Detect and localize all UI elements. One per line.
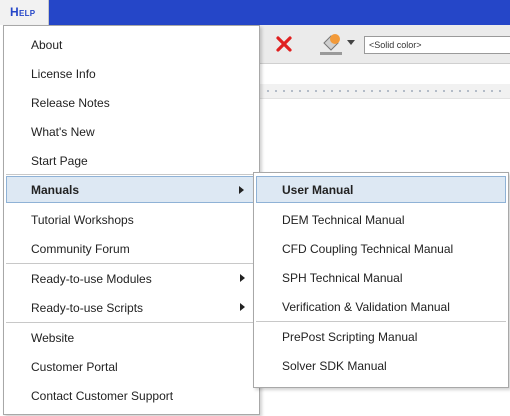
menu-item-tutorial-workshops[interactable]: Tutorial Workshops	[6, 206, 257, 233]
submenu-item-label: Verification & Validation Manual	[282, 300, 450, 314]
menu-item-label: Release Notes	[31, 96, 110, 110]
menu-item-label: Website	[31, 331, 75, 345]
toolbar-grip	[258, 84, 510, 99]
menu-item-label: Manuals	[31, 183, 80, 197]
menu-item-ready-to-use-modules[interactable]: Ready-to-use Modules	[6, 265, 257, 292]
menu-item-start-page[interactable]: Start Page	[6, 147, 257, 174]
menu-item-whats-new[interactable]: What's New	[6, 118, 257, 145]
submenu-item-dem-technical-manual[interactable]: DEM Technical Manual	[256, 206, 506, 233]
menu-item-label: License Info	[31, 67, 96, 81]
grip-dots	[264, 90, 504, 92]
submenu-item-label: SPH Technical Manual	[282, 271, 403, 285]
menu-item-label: Customer Portal	[31, 360, 118, 374]
fill-color-field[interactable]: <Solid color>	[364, 36, 510, 54]
menu-item-label: Community Forum	[31, 242, 130, 256]
menu-divider	[6, 263, 257, 264]
menu-item-label: About	[31, 38, 63, 52]
chevron-right-icon	[240, 274, 245, 282]
menu-item-manuals[interactable]: Manuals	[6, 176, 257, 203]
menu-item-release-notes[interactable]: Release Notes	[6, 89, 257, 116]
menu-item-contact-customer-support[interactable]: Contact Customer Support	[6, 382, 257, 409]
delete-icon[interactable]	[274, 34, 294, 54]
menu-help-label: Help	[10, 5, 36, 19]
submenu-item-cfd-coupling-technical-manual[interactable]: CFD Coupling Technical Manual	[256, 235, 506, 262]
menu-item-customer-portal[interactable]: Customer Portal	[6, 353, 257, 380]
help-menu: About License Info Release Notes What's …	[3, 25, 260, 415]
menu-divider	[6, 322, 257, 323]
chevron-right-icon	[240, 303, 245, 311]
submenu-item-label: User Manual	[282, 183, 354, 197]
submenu-item-label: Solver SDK Manual	[282, 359, 387, 373]
menu-item-label: Contact Customer Support	[31, 389, 174, 403]
submenu-item-verification-validation-manual[interactable]: Verification & Validation Manual	[256, 293, 506, 320]
menu-help[interactable]: Help	[0, 0, 49, 25]
submenu-item-user-manual[interactable]: User Manual	[256, 176, 506, 203]
menu-item-website[interactable]: Website	[6, 324, 257, 351]
menu-item-label: Ready-to-use Modules	[31, 272, 152, 286]
menu-item-about[interactable]: About	[6, 31, 257, 58]
submenu-item-prepost-scripting-manual[interactable]: PrePost Scripting Manual	[256, 323, 506, 350]
menu-item-community-forum[interactable]: Community Forum	[6, 235, 257, 262]
menu-item-label: What's New	[31, 125, 95, 139]
menubar: Help	[0, 0, 510, 25]
menu-item-label: Tutorial Workshops	[31, 213, 134, 227]
paint-bucket-icon[interactable]	[318, 31, 346, 57]
submenu-item-label: PrePost Scripting Manual	[282, 330, 418, 344]
menu-item-license-info[interactable]: License Info	[6, 60, 257, 87]
menu-item-ready-to-use-scripts[interactable]: Ready-to-use Scripts	[6, 294, 257, 321]
manuals-submenu: User Manual DEM Technical Manual CFD Cou…	[253, 172, 509, 388]
submenu-item-label: DEM Technical Manual	[282, 213, 405, 227]
chevron-down-icon[interactable]	[347, 40, 355, 45]
submenu-item-sph-technical-manual[interactable]: SPH Technical Manual	[256, 264, 506, 291]
submenu-divider	[256, 321, 506, 322]
submenu-item-solver-sdk-manual[interactable]: Solver SDK Manual	[256, 352, 506, 379]
menu-divider	[6, 174, 257, 175]
submenu-item-label: CFD Coupling Technical Manual	[282, 242, 454, 256]
menu-item-label: Start Page	[31, 154, 88, 168]
menu-item-label: Ready-to-use Scripts	[31, 301, 144, 315]
chevron-right-icon	[239, 186, 244, 194]
